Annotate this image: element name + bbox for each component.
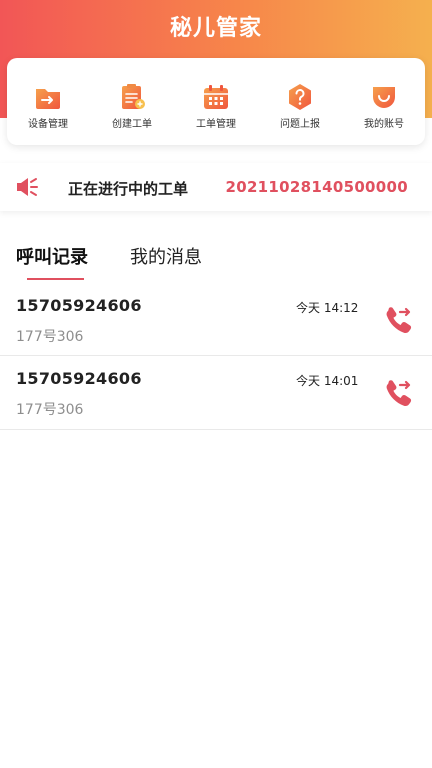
active-tab-indicator [27,278,84,280]
call-forward-icon[interactable] [382,303,416,335]
call-time: 今天 14:12 [296,301,359,315]
call-address: 177号306 [16,329,84,345]
call-phone-number: 15705924606 [16,369,142,388]
ongoing-order-number[interactable]: 20211028140500000 [225,178,408,196]
call-address: 177号306 [16,402,84,418]
quick-action-label: 我的账号 [364,119,404,130]
list-item[interactable]: 15705924606 177号306 今天 14:01 [0,356,432,430]
quick-actions-card: 设备管理 创建工单 工单管理 问题上报 我的账号 [7,58,425,145]
quick-action-label: 创建工单 [112,119,152,130]
quick-action-label: 问题上报 [280,119,320,130]
tab-bar: 呼叫记录 我的消息 [0,243,432,283]
folder-arrow-icon [36,89,60,109]
question-hexagon-icon [289,84,311,110]
megaphone-icon [17,178,38,196]
quick-action-label: 设备管理 [28,119,68,130]
smile-badge-icon [373,87,395,108]
call-record-list: 15705924606 177号306 今天 14:12 15705924606… [0,283,432,430]
quick-action-label: 工单管理 [196,119,236,130]
app-title: 秘儿管家 [169,16,262,41]
quick-action-device-management[interactable]: 设备管理 [15,58,81,145]
quick-action-report-issue[interactable]: 问题上报 [267,58,333,145]
quick-action-order-management[interactable]: 工单管理 [183,58,249,145]
list-item[interactable]: 15705924606 177号306 今天 14:12 [0,283,432,356]
call-phone-number: 15705924606 [16,296,142,315]
ongoing-order-bar[interactable]: 正在进行中的工单 20211028140500000 [0,163,432,211]
calendar-icon [204,85,228,109]
call-forward-icon[interactable] [382,376,416,408]
tab-call-records[interactable]: 呼叫记录 [16,243,88,269]
call-time: 今天 14:01 [296,374,359,388]
ongoing-order-label: 正在进行中的工单 [68,180,189,198]
quick-action-create-order[interactable]: 创建工单 [99,58,165,145]
tab-my-messages[interactable]: 我的消息 [130,243,202,269]
clipboard-icon [122,84,145,109]
quick-action-my-account[interactable]: 我的账号 [351,58,417,145]
